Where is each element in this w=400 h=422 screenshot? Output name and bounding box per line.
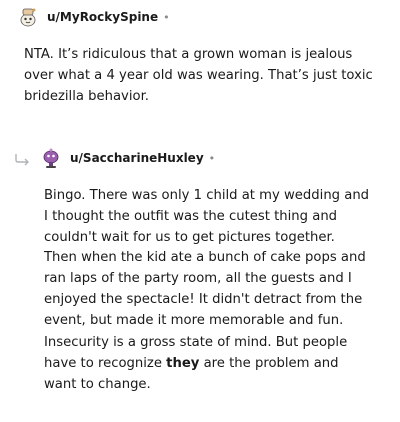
comment-body-paragraph: Insecurity is a gross state of mind. But… — [44, 333, 389, 395]
comment-saccharinehuxley: u/SaccharineHuxley • Bingo. There was on… — [14, 146, 390, 392]
comment-myrockyspine: u/MyRockySpine • NTA. It’s ridiculous th… — [17, 5, 387, 104]
bold-word: they — [166, 355, 200, 371]
comment-header: u/MyRockySpine • — [17, 5, 387, 29]
comment-body: NTA. It’s ridiculous that a grown woman … — [24, 47, 373, 104]
separator-dot: • — [163, 10, 170, 24]
user-avatar[interactable] — [40, 147, 62, 169]
separator-dot: • — [208, 151, 216, 165]
comment-author[interactable]: u/SaccharineHuxley — [70, 151, 204, 165]
user-avatar[interactable] — [17, 6, 39, 28]
reply-thread-icon — [14, 151, 32, 166]
comment-author[interactable]: u/MyRockySpine — [47, 10, 158, 24]
comment-body-paragraph: Bingo. There was only 1 child at my wedd… — [44, 188, 370, 328]
snoo-avatar-icon — [43, 148, 59, 168]
snoo-avatar-icon — [20, 8, 36, 27]
comment-header: u/SaccharineHuxley • — [14, 146, 390, 170]
